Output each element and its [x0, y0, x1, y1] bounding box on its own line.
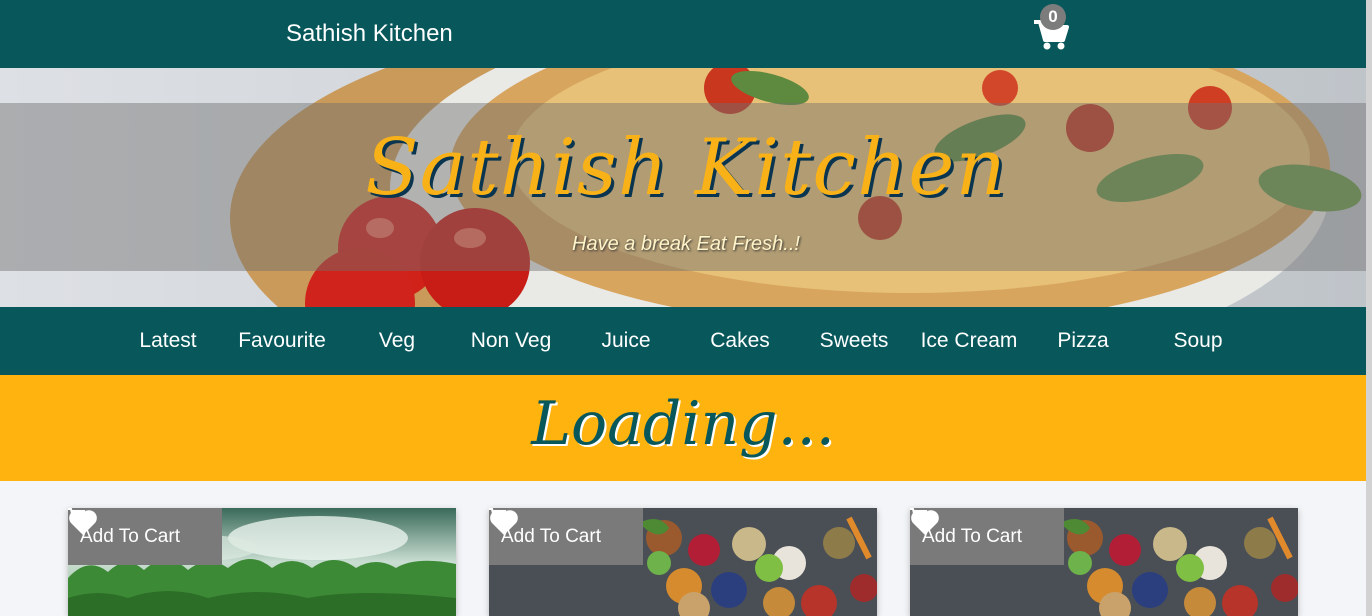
nav-item-sweets[interactable]: Sweets	[797, 329, 911, 353]
heart-icon[interactable]	[68, 508, 98, 536]
product-card: Add To Cart	[910, 508, 1298, 616]
brand-link[interactable]: Sathish Kitchen	[286, 20, 453, 48]
cart-count-badge: 0	[1040, 4, 1066, 30]
nav-item-veg[interactable]: Veg	[340, 329, 454, 353]
nav-item-latest[interactable]: Latest	[111, 329, 225, 353]
page-scrollbar[interactable]	[1366, 0, 1372, 616]
heart-icon[interactable]	[489, 508, 519, 536]
hero-banner: Sathish Kitchen Have a break Eat Fresh..…	[0, 68, 1366, 307]
loading-banner: Loading...	[0, 375, 1366, 481]
nav-item-favourite[interactable]: Favourite	[225, 329, 339, 353]
nav-item-ice-cream[interactable]: Ice Cream	[912, 329, 1026, 353]
product-card: Add To Cart	[489, 508, 877, 616]
loading-text: Loading...	[531, 389, 835, 459]
nav-item-cakes[interactable]: Cakes	[683, 329, 797, 353]
hero-tagline: Have a break Eat Fresh..!	[572, 233, 800, 255]
nav-item-pizza[interactable]: Pizza	[1026, 329, 1140, 353]
nav-item-juice[interactable]: Juice	[569, 329, 683, 353]
nav-item-non-veg[interactable]: Non Veg	[454, 329, 568, 353]
category-nav: Latest Favourite Veg Non Veg Juice Cakes…	[0, 307, 1366, 375]
product-card: Add To Cart	[68, 508, 456, 616]
nav-item-soup[interactable]: Soup	[1141, 329, 1255, 353]
scrollbar-thumb[interactable]	[1366, 0, 1372, 616]
heart-icon[interactable]	[910, 508, 940, 536]
hero-title: Sathish Kitchen	[365, 123, 1007, 213]
top-navbar: Sathish Kitchen 0	[0, 0, 1366, 68]
